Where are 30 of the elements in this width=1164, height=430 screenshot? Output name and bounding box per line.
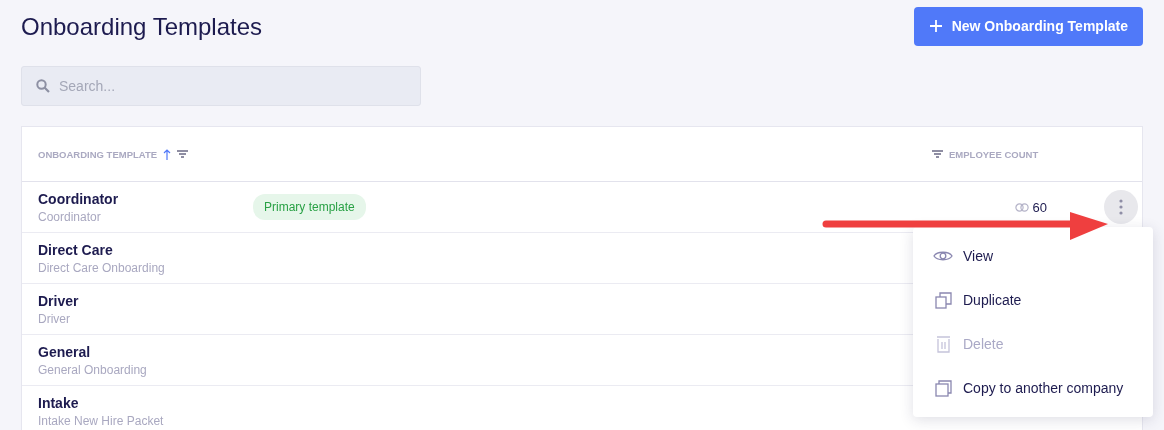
sort-up-icon[interactable] (163, 148, 172, 160)
menu-item[interactable]: View (913, 234, 1153, 278)
template-description: Driver (38, 311, 71, 326)
menu-item[interactable]: Copy to another company (913, 366, 1153, 410)
more-icon (1119, 199, 1123, 215)
copy-icon (934, 291, 952, 309)
eye-icon (933, 250, 953, 262)
template-description: Coordinator (38, 209, 102, 224)
filter-icon[interactable] (177, 150, 189, 158)
primary-badge: Primary template (253, 194, 366, 220)
new-template-button[interactable]: New Onboarding Template (913, 6, 1143, 46)
trash-icon (935, 335, 951, 353)
template-description: Direct Care Onboarding (38, 260, 166, 275)
employee-count: 60 (1032, 199, 1047, 215)
search-field[interactable]: Search... (21, 66, 421, 106)
template-name[interactable]: Driver (38, 292, 253, 309)
arrow-icon (822, 210, 1110, 242)
page-title: Onboarding Templates (21, 13, 263, 41)
copy-icon (934, 379, 952, 397)
template-name[interactable]: Coordinator (38, 190, 253, 207)
people-icon (1014, 202, 1029, 212)
plus-icon (929, 20, 942, 32)
template-name[interactable]: General (38, 343, 253, 360)
template-name[interactable]: Intake (38, 394, 253, 411)
template-description: Intake New Hire Packet (38, 413, 165, 428)
filter-icon[interactable] (932, 150, 943, 158)
template-name[interactable]: Direct Care (38, 241, 253, 258)
more-button[interactable] (1104, 190, 1138, 224)
template-description: General Onboarding (38, 362, 148, 377)
menu-item[interactable]: Duplicate (913, 278, 1153, 322)
